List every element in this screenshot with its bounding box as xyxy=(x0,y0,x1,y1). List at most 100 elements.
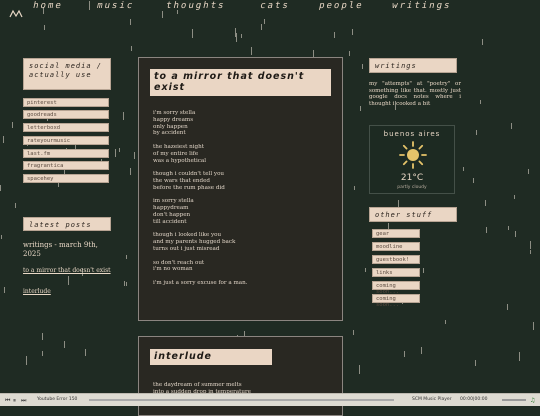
raindrop xyxy=(445,320,446,324)
raindrop xyxy=(486,227,487,233)
raindrop xyxy=(64,341,65,348)
raindrop xyxy=(530,241,531,249)
raindrop xyxy=(68,276,69,285)
link-links[interactable]: links xyxy=(372,268,420,277)
raindrop xyxy=(85,349,86,356)
latest-link-mirror[interactable]: to a mirror that doesn't exist xyxy=(23,267,115,275)
top-nav: home music thoughts cats people writings xyxy=(0,0,540,18)
latest-link-interlude[interactable]: interlude xyxy=(23,288,115,296)
raindrop xyxy=(362,64,363,69)
player-error: Youtube Error 150 xyxy=(37,397,78,402)
raindrop xyxy=(515,231,516,237)
link-lastfm[interactable]: last.fm xyxy=(23,149,109,158)
pause-icon[interactable]: ⏸ xyxy=(13,397,19,404)
raindrop xyxy=(404,351,405,357)
link-moodline[interactable]: moodline xyxy=(372,242,420,251)
raindrop xyxy=(126,282,127,286)
raindrop xyxy=(349,51,350,56)
raindrop xyxy=(235,28,236,37)
raindrop xyxy=(530,250,531,254)
nav-cats[interactable]: cats xyxy=(259,1,291,11)
nav-thoughts[interactable]: thoughts xyxy=(165,1,226,11)
prev-icon[interactable]: ⏮ xyxy=(5,397,11,404)
social-heading: social media / actually use xyxy=(23,58,111,90)
raindrop xyxy=(398,200,399,207)
link-rateyourmusic[interactable]: rateyourmusic xyxy=(23,136,109,145)
raindrop xyxy=(15,203,16,208)
raindrop xyxy=(4,287,5,293)
social-section: social media / actually use xyxy=(23,58,111,90)
raindrop xyxy=(360,106,361,111)
raindrop xyxy=(519,352,520,361)
raindrop xyxy=(485,200,486,206)
link-guestbook[interactable]: guestbook! xyxy=(372,255,420,264)
raindrop xyxy=(131,46,132,51)
music-player: ⏮ ⏸ ⏭ Youtube Error 150 SCM Music Player… xyxy=(0,393,540,406)
progress-track[interactable] xyxy=(89,399,394,401)
latest-date: writings - march 9th, 2025 xyxy=(23,241,98,258)
raindrop xyxy=(42,333,43,340)
raindrop xyxy=(334,32,335,38)
raindrop xyxy=(134,152,135,159)
volume-slider[interactable] xyxy=(502,399,526,401)
raindrop xyxy=(480,100,481,104)
raindrop xyxy=(236,33,237,42)
post-title: to a mirror that doesn't exist xyxy=(150,69,331,96)
raindrop xyxy=(124,281,125,286)
raindrop xyxy=(3,136,4,143)
raindrop xyxy=(130,168,131,175)
other-stuff-heading: other stuff xyxy=(369,207,457,222)
raindrop xyxy=(365,268,366,272)
raindrop xyxy=(511,123,512,129)
next-icon[interactable]: ⏭ xyxy=(21,397,27,404)
raindrop xyxy=(508,226,509,230)
link-coming-soon-1[interactable]: coming soon... xyxy=(372,281,420,295)
weather-city: buenos aires xyxy=(383,130,441,138)
link-coming-soon-2[interactable]: coming soon... xyxy=(372,294,420,308)
raindrop xyxy=(42,351,43,356)
latest-posts-heading: latest posts xyxy=(23,217,111,231)
link-pinterest[interactable]: pinterest xyxy=(23,98,109,107)
raindrop xyxy=(0,185,1,191)
other-stuff-links: gear moodline guestbook! links coming so… xyxy=(372,229,454,309)
raindrop xyxy=(421,347,422,354)
raindrop xyxy=(26,356,27,365)
nav-music[interactable]: music xyxy=(96,1,135,11)
raindrop xyxy=(528,169,529,174)
raindrop xyxy=(261,24,262,30)
raindrop xyxy=(115,149,116,157)
sun-icon xyxy=(399,141,427,169)
writings-description: my "attempts" at "poetry" or something l… xyxy=(369,81,461,107)
raindrop xyxy=(251,47,252,55)
raindrop xyxy=(241,34,242,38)
raindrop xyxy=(353,330,354,335)
link-gear[interactable]: gear xyxy=(372,229,420,238)
raindrop xyxy=(119,148,120,152)
nav-home[interactable]: home xyxy=(32,1,64,11)
raindrop xyxy=(463,167,464,171)
link-spacehey[interactable]: spacehey xyxy=(23,174,109,183)
nav-writings[interactable]: writings xyxy=(391,1,452,11)
raindrop xyxy=(1,235,2,239)
playlist-icon[interactable]: ♫ xyxy=(530,397,536,404)
raindrop xyxy=(533,322,534,330)
raindrop xyxy=(352,29,353,35)
raindrop xyxy=(482,39,483,45)
raindrop xyxy=(473,178,474,183)
player-time: 00:00|00:00 xyxy=(460,397,488,402)
raindrop xyxy=(507,304,508,310)
raindrop xyxy=(354,186,355,190)
link-letterboxd[interactable]: letterboxd xyxy=(23,123,109,132)
nav-people[interactable]: people xyxy=(318,1,365,11)
link-goodreads[interactable]: goodreads xyxy=(23,110,109,119)
post-title-2: interlude xyxy=(150,349,272,365)
raindrop xyxy=(475,360,476,366)
raindrop xyxy=(126,255,127,259)
raindrop xyxy=(12,122,13,128)
weather-description: partly cloudy xyxy=(397,185,427,190)
raindrop xyxy=(192,29,193,38)
raindrop xyxy=(123,112,124,120)
post-body: i'm sorry stella happy dreams only happe… xyxy=(153,110,248,286)
link-fragrantica[interactable]: fragrantica xyxy=(23,161,109,170)
weather-widget: buenos aires 21°C partly cloudy xyxy=(369,125,455,194)
